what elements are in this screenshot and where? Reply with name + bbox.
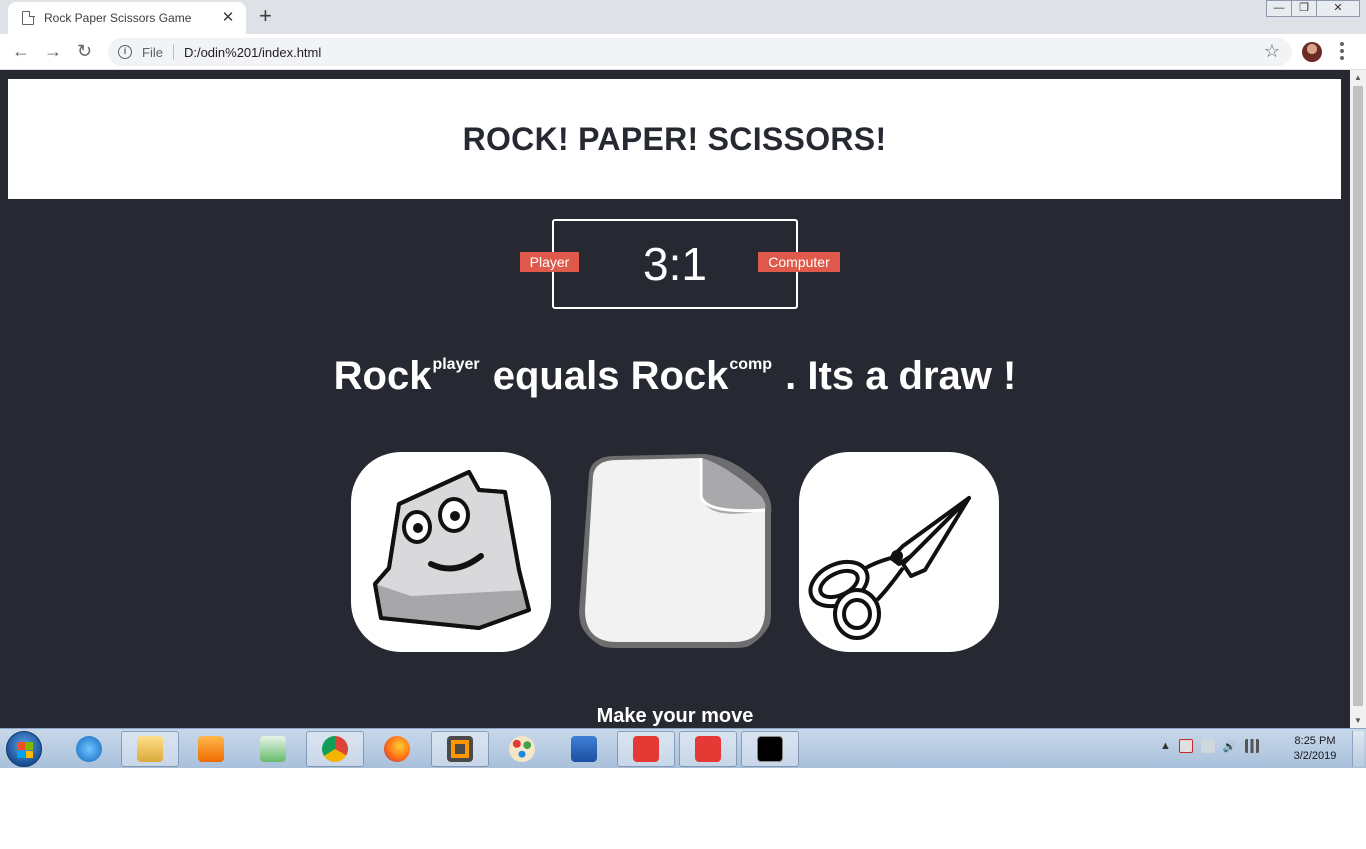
computer-label: Computer: [758, 252, 840, 272]
taskbar-firefox[interactable]: [368, 731, 426, 767]
tab-close-icon[interactable]: ✕: [220, 10, 236, 26]
reload-icon[interactable]: ↻: [77, 40, 92, 62]
taskbar-anydesk-2[interactable]: [679, 731, 737, 767]
paper-icon: [579, 454, 772, 648]
result-verb: equals: [492, 354, 620, 398]
show-desktop-button[interactable]: [1352, 731, 1364, 767]
comp-tag: comp: [729, 356, 773, 373]
taskbar-sublime-text[interactable]: [431, 731, 489, 767]
paper-button[interactable]: [575, 452, 775, 652]
rock-icon: [373, 470, 531, 630]
scroll-down-icon[interactable]: ▼: [1354, 716, 1362, 725]
minimize-button[interactable]: —: [1266, 0, 1292, 17]
page-viewport: ROCK! PAPER! SCISSORS! 3:1 Player Comput…: [0, 70, 1350, 728]
taskbar-file-explorer[interactable]: [121, 731, 179, 767]
show-hidden-icons-icon[interactable]: ▲: [1160, 740, 1171, 752]
more-menu-icon[interactable]: [1340, 42, 1344, 60]
scheme-label: File: [142, 44, 163, 60]
windows-logo-icon: [17, 742, 33, 758]
browser-tab-strip: Rock Paper Scissors Game ✕ + — ❐ ✕: [0, 0, 1366, 34]
taskbar-anydesk[interactable]: [617, 731, 675, 767]
taskbar-word[interactable]: [555, 731, 613, 767]
window-controls: — ❐ ✕: [1266, 0, 1360, 17]
media-player-icon: [198, 736, 224, 762]
close-window-button[interactable]: ✕: [1316, 0, 1360, 17]
player-tag: player: [432, 356, 480, 373]
system-tray: ▲ 🔊: [1160, 739, 1259, 753]
device-icon[interactable]: [1200, 739, 1215, 753]
rock-button[interactable]: [351, 452, 551, 652]
clock-time: 8:25 PM: [1294, 735, 1336, 747]
forward-arrow-icon[interactable]: →: [44, 40, 62, 62]
scrollbar-thumb[interactable]: [1353, 86, 1363, 706]
url-text[interactable]: D:/odin%201/index.html: [184, 45, 321, 60]
firefox-icon: [384, 736, 410, 762]
move-prompt: Make your move: [596, 705, 754, 727]
restore-button[interactable]: ❐: [1291, 0, 1317, 17]
windows-taskbar: ▲ 🔊 8:25 PM 3/2/2019: [0, 728, 1366, 768]
scroll-up-icon[interactable]: ▲: [1354, 73, 1362, 82]
new-tab-button[interactable]: +: [259, 5, 272, 27]
computer-choice-text: Rock: [630, 354, 729, 398]
anydesk-icon: [633, 736, 659, 762]
clock-date: 3/2/2019: [1293, 750, 1337, 762]
cmd-icon: [757, 736, 783, 762]
round-result: Rockplayer equals Rockcomp . Its a draw …: [0, 354, 1350, 399]
word-icon: [571, 736, 597, 762]
action-center-icon[interactable]: [1178, 739, 1193, 753]
volume-icon[interactable]: 🔊: [1223, 740, 1237, 753]
taskbar-notepad[interactable]: [244, 731, 302, 767]
paint-icon: [509, 736, 535, 762]
taskbar-paint[interactable]: [493, 731, 551, 767]
back-arrow-icon[interactable]: ←: [12, 40, 30, 62]
notepad-icon: [260, 736, 286, 762]
anydesk-icon: [695, 736, 721, 762]
document-icon: [22, 10, 35, 25]
scissors-icon: [808, 496, 971, 640]
file-explorer-icon: [137, 736, 163, 762]
internet-explorer-icon: [76, 736, 102, 762]
start-button[interactable]: [6, 731, 42, 767]
outcome-text: . Its a draw !: [785, 354, 1017, 398]
profile-avatar[interactable]: [1302, 42, 1322, 62]
tab-title: Rock Paper Scissors Game: [44, 11, 192, 25]
chrome-icon: [322, 736, 348, 762]
address-bar[interactable]: i File D:/odin%201/index.html ☆: [108, 38, 1292, 66]
page-scrollbar[interactable]: ▲ ▼: [1350, 70, 1366, 728]
scissors-button[interactable]: [799, 452, 999, 652]
page-title: ROCK! PAPER! SCISSORS!: [462, 120, 887, 157]
divider: [172, 44, 174, 60]
network-icon[interactable]: [1244, 739, 1259, 753]
page-header: ROCK! PAPER! SCISSORS!: [8, 79, 1341, 199]
info-icon[interactable]: i: [118, 45, 132, 59]
player-label: Player: [520, 252, 579, 272]
player-choice-text: Rock: [333, 354, 432, 398]
browser-tab[interactable]: Rock Paper Scissors Game ✕: [8, 2, 246, 34]
browser-toolbar: ← → ↻ i File D:/odin%201/index.html ☆: [0, 34, 1366, 70]
sublime-text-icon: [447, 736, 473, 762]
taskbar-internet-explorer[interactable]: [60, 731, 118, 767]
taskbar-chrome[interactable]: [306, 731, 364, 767]
system-clock[interactable]: 8:25 PM 3/2/2019: [1284, 734, 1346, 764]
taskbar-cmd[interactable]: [741, 731, 799, 767]
bookmark-star-icon[interactable]: ☆: [1264, 41, 1280, 62]
score-value: 3:1: [643, 238, 707, 290]
taskbar-media-player[interactable]: [182, 731, 240, 767]
